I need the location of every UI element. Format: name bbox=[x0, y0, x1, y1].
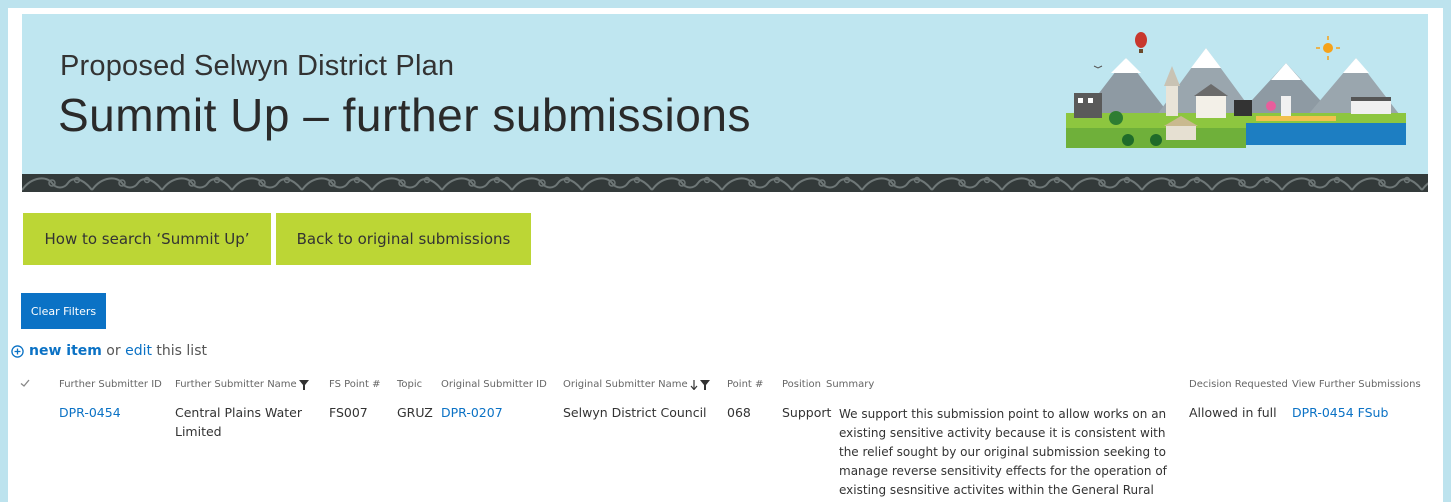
column-header-view-further-submissions[interactable]: View Further Submissions bbox=[1292, 379, 1421, 390]
header-banner: Proposed Selwyn District Plan Summit Up … bbox=[22, 14, 1428, 174]
column-header-further-submitter-name[interactable]: Further Submitter Name bbox=[175, 379, 309, 390]
sort-down-arrow-icon bbox=[690, 379, 698, 390]
column-header-topic[interactable]: Topic bbox=[397, 379, 422, 390]
point-cell: 068 bbox=[727, 405, 751, 420]
checkmark-icon[interactable] bbox=[19, 377, 31, 389]
view-further-submissions-link[interactable]: DPR-0454 FSub bbox=[1292, 403, 1388, 422]
position-cell: Support bbox=[782, 405, 832, 420]
column-header-original-submitter-name[interactable]: Original Submitter Name bbox=[563, 379, 710, 390]
column-header-original-submitter-id[interactable]: Original Submitter ID bbox=[441, 379, 547, 390]
fs-point-cell: FS007 bbox=[329, 405, 368, 420]
district-landscape-illustration bbox=[1066, 32, 1406, 148]
edit-list-link[interactable]: edit bbox=[125, 343, 152, 359]
filter-icon bbox=[699, 379, 710, 390]
page-title: Summit Up – further submissions bbox=[58, 89, 751, 141]
how-to-search-button[interactable]: How to search ‘Summit Up’ bbox=[23, 213, 271, 265]
back-to-original-submissions-button[interactable]: Back to original submissions bbox=[276, 213, 531, 265]
decision-requested-cell: Allowed in full bbox=[1189, 405, 1277, 420]
further-submitter-id-link[interactable]: DPR-0454 bbox=[59, 403, 121, 422]
decorative-pattern-band bbox=[22, 174, 1428, 192]
page: Proposed Selwyn District Plan Summit Up … bbox=[8, 8, 1443, 502]
column-header-point[interactable]: Point # bbox=[727, 379, 763, 390]
column-header-decision-requested[interactable]: Decision Requested bbox=[1189, 379, 1288, 390]
original-submitter-name-cell: Selwyn District Council bbox=[563, 405, 707, 420]
new-item-link[interactable]: new item bbox=[29, 343, 102, 359]
plus-circle-icon[interactable] bbox=[11, 344, 24, 358]
topic-cell: GRUZ bbox=[397, 405, 433, 420]
column-header-summary[interactable]: Summary bbox=[826, 379, 874, 390]
clear-filters-button[interactable]: Clear Filters bbox=[21, 293, 106, 329]
column-header-fs-point[interactable]: FS Point # bbox=[329, 379, 381, 390]
column-header-position[interactable]: Position bbox=[782, 379, 821, 390]
list-toolbar: new item or edit this list bbox=[11, 343, 207, 359]
koru-pattern-icon bbox=[22, 174, 1428, 192]
original-submitter-id-link[interactable]: DPR-0207 bbox=[441, 403, 503, 422]
summary-cell: We support this submission point to allo… bbox=[839, 407, 1167, 497]
toolbar-or-text: or bbox=[101, 343, 126, 359]
filter-icon bbox=[298, 379, 309, 390]
column-header-further-submitter-id[interactable]: Further Submitter ID bbox=[59, 379, 162, 390]
further-submitter-name-cell: Central Plains Water Limited bbox=[175, 405, 302, 439]
toolbar-this-list-text: this list bbox=[151, 343, 207, 359]
banner-subtitle: Proposed Selwyn District Plan bbox=[60, 50, 455, 82]
